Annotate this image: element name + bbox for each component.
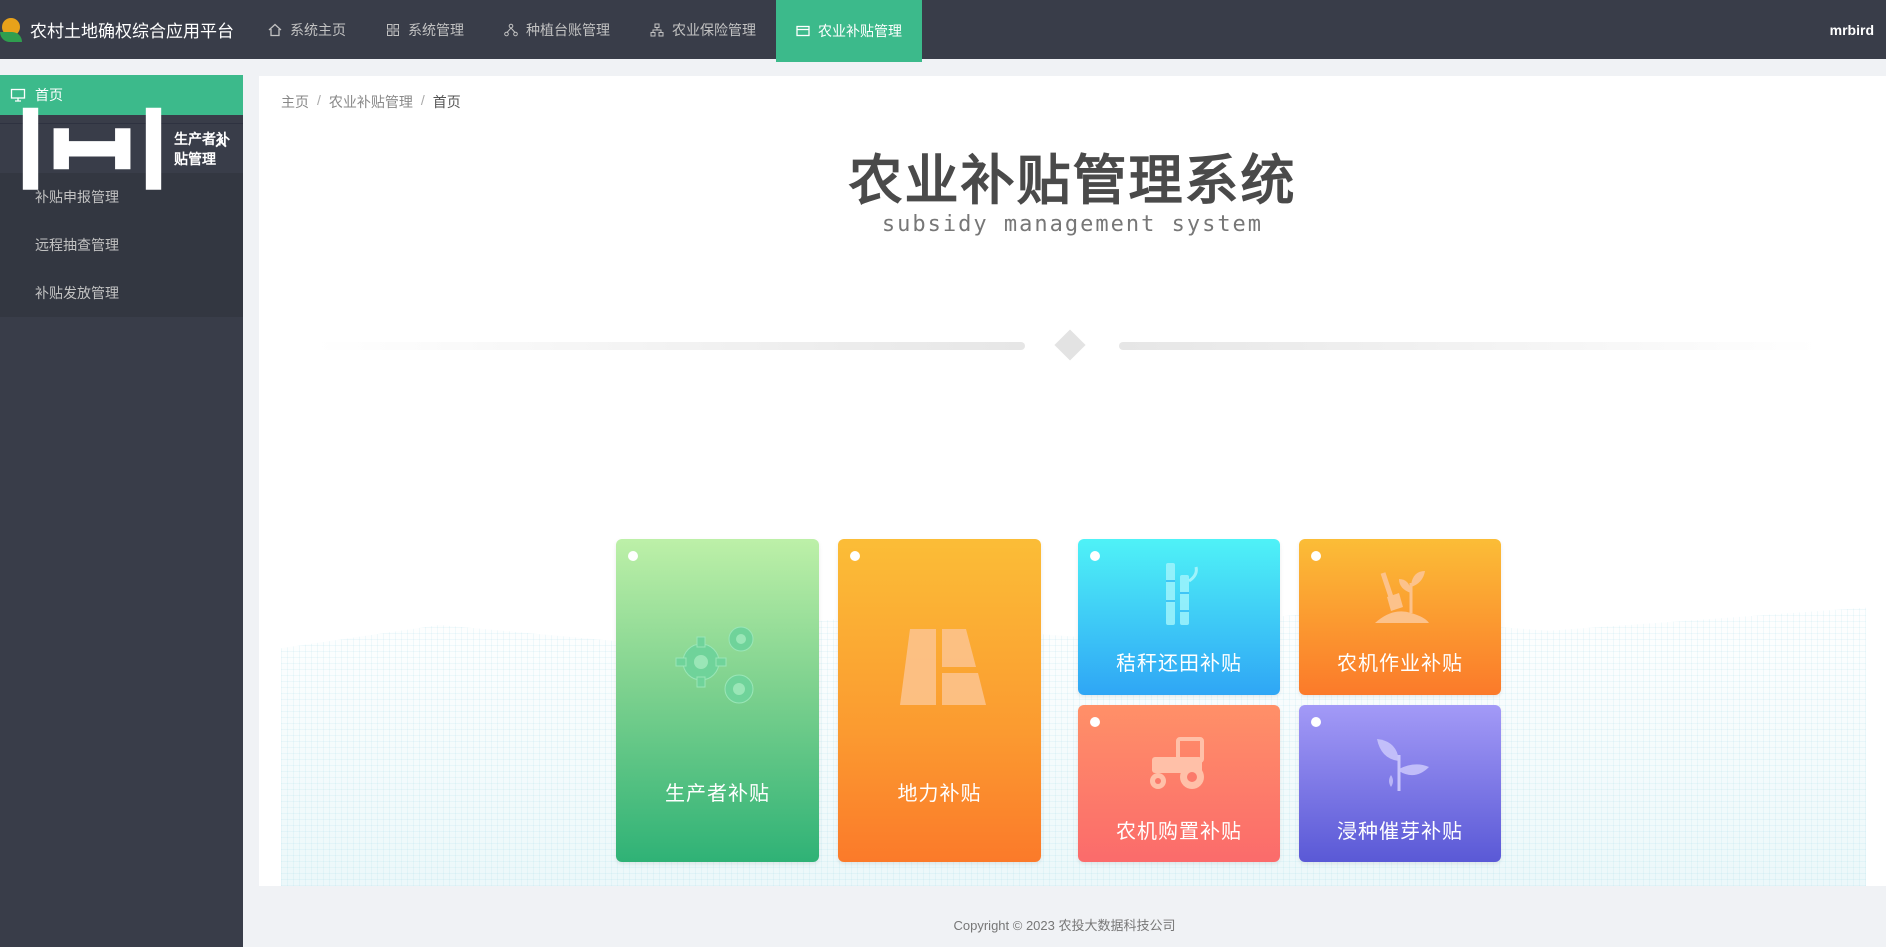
- nav-item-label: 农业补贴管理: [818, 23, 902, 39]
- nav-item-label: 系统主页: [290, 21, 346, 38]
- card-dot: [1090, 551, 1100, 561]
- card-dot: [1311, 551, 1321, 561]
- card-machinery-operation-subsidy[interactable]: 农机作业补贴: [1299, 539, 1501, 695]
- sidebar-item-remote-check[interactable]: 远程抽查管理: [0, 221, 243, 269]
- card-label: 地力补贴: [897, 783, 982, 805]
- breadcrumb-separator: /: [317, 92, 321, 108]
- field-icon: [900, 629, 986, 705]
- card-machinery-purchase-subsidy[interactable]: 农机购置补贴: [1078, 705, 1280, 862]
- sprout-icon: [1377, 739, 1429, 791]
- brand[interactable]: 农村土地确权综合应用平台: [0, 0, 240, 59]
- bamboo-icon: [1166, 563, 1198, 625]
- card-dot: [850, 551, 860, 561]
- card-straw-return-subsidy[interactable]: 秸秆还田补贴: [1078, 539, 1280, 695]
- sidebar-item-distribution[interactable]: 补贴发放管理: [0, 269, 243, 317]
- footer-copyright: Copyright © 2023 农投大数据科技公司: [953, 918, 1176, 933]
- card-label: 农机作业补贴: [1337, 653, 1463, 675]
- card-dot: [628, 551, 638, 561]
- nav-item-label: 系统管理: [408, 21, 464, 38]
- sidebar-group-producer-subsidy[interactable]: 生产者补贴管理: [0, 107, 243, 190]
- card-label: 浸种催芽补贴: [1337, 821, 1463, 843]
- card-land-fertility-subsidy[interactable]: 地力补贴: [838, 539, 1041, 862]
- home-icon: [268, 23, 282, 36]
- breadcrumb-current: 首页: [432, 94, 461, 110]
- nav-item-label: 种植台账管理: [526, 21, 610, 38]
- breadcrumb-separator: /: [420, 92, 425, 108]
- nav-item-label: 农业保险管理: [672, 21, 756, 38]
- card-label: 秸秆还田补贴: [1116, 653, 1242, 675]
- user-menu[interactable]: mrbird: [1830, 0, 1886, 59]
- breadcrumb-subsidy[interactable]: 农业补贴管理: [329, 92, 413, 112]
- nav-item-home[interactable]: 系统主页: [248, 0, 366, 59]
- breadcrumb: 主页 / 农业补贴管理 / 首页: [281, 92, 461, 112]
- main-panel: 主页 / 农业补贴管理 / 首页 农业补贴管理系统 subsidy manage…: [259, 76, 1886, 886]
- gears-icon: [675, 626, 754, 704]
- diamond-ornament: [1054, 329, 1086, 361]
- grid-icon: [387, 23, 399, 36]
- top-header: 农村土地确权综合应用平台 系统主页 系统管理 种植台账管理 农业保险管理 农业补…: [0, 0, 1886, 62]
- divider-right: [1119, 342, 1819, 350]
- sidebar-group-label: 生产者补贴管理: [174, 130, 231, 167]
- app-title: 农村土地确权综合应用平台: [30, 22, 234, 41]
- divider-left: [315, 342, 1025, 350]
- nav-item-subsidy[interactable]: 农业补贴管理: [776, 0, 922, 62]
- tractor-icon: [1150, 737, 1204, 789]
- org-icon: [650, 23, 664, 36]
- sidebar: 首页 生产者补贴管理 补贴申报管理 远程抽查管理 补贴发放管理: [0, 75, 243, 947]
- page-subtitle: subsidy management system: [881, 212, 1264, 237]
- top-nav: 系统主页 系统管理 种植台账管理 农业保险管理 农业补贴管理: [248, 0, 922, 62]
- page-title: 农业补贴管理系统: [848, 151, 1297, 211]
- nav-item-insurance[interactable]: 农业保险管理: [630, 0, 776, 59]
- card-label: 生产者补贴: [665, 783, 770, 805]
- breadcrumb-home[interactable]: 主页: [281, 92, 309, 112]
- nav-item-planting[interactable]: 种植台账管理: [484, 0, 630, 59]
- card-dot: [1090, 717, 1100, 727]
- shovel-plant-icon: [1375, 571, 1429, 623]
- wave-background: [281, 607, 1866, 886]
- gauge-icon: [22, 107, 162, 190]
- card-seed-soaking-subsidy[interactable]: 浸种催芽补贴: [1299, 705, 1501, 862]
- card-producer-subsidy[interactable]: 生产者补贴: [616, 539, 819, 862]
- card-label: 农机购置补贴: [1116, 821, 1242, 843]
- card-icon: [796, 25, 810, 37]
- tree-icon: [504, 23, 518, 36]
- card-dot: [1311, 717, 1321, 727]
- logo-icon: [0, 14, 24, 46]
- nav-item-system[interactable]: 系统管理: [366, 0, 484, 59]
